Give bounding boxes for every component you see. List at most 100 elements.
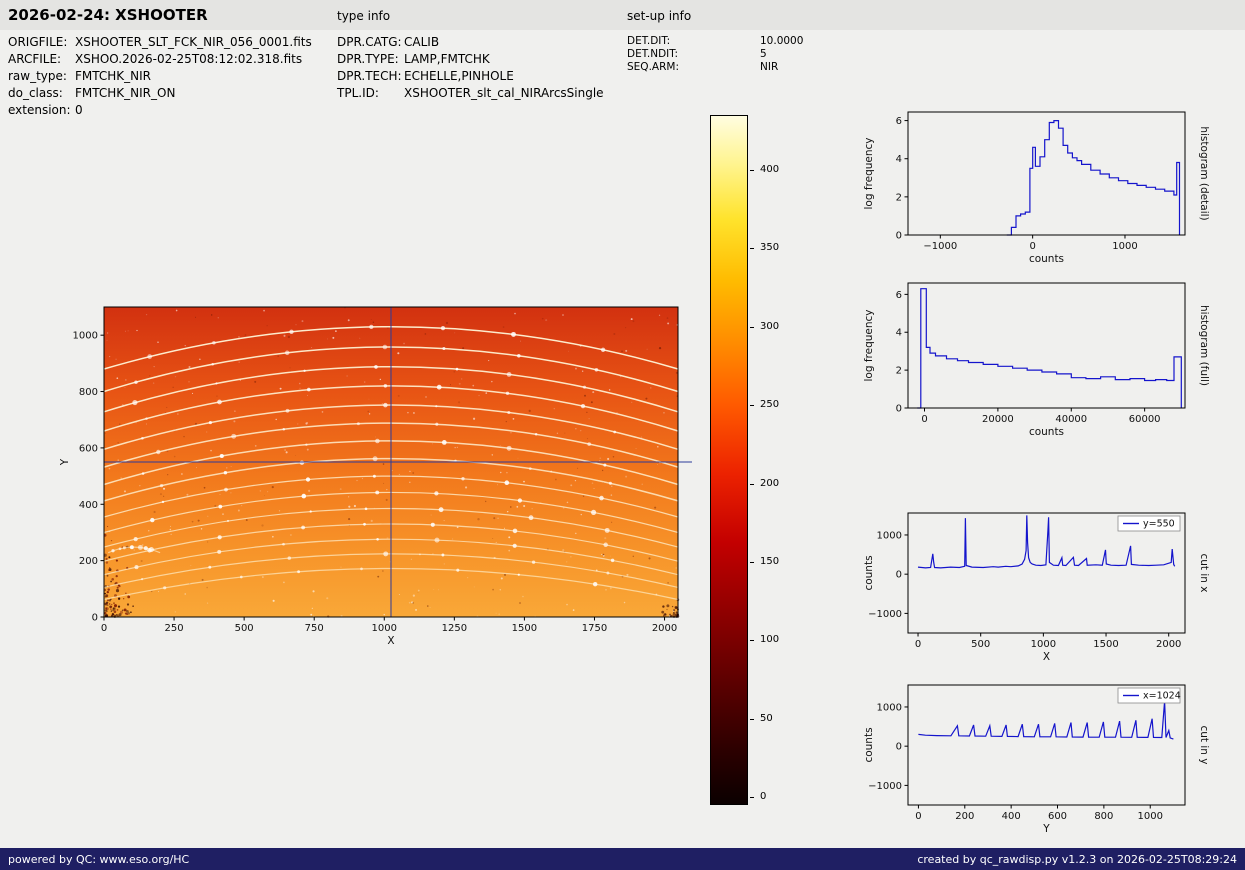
svg-text:6: 6: [896, 116, 902, 127]
colorbar-tick-label: 250: [760, 399, 780, 411]
info-label: ARCFILE:: [8, 52, 62, 66]
svg-text:log frequency: log frequency: [863, 309, 875, 381]
info-label: raw_type:: [8, 69, 67, 83]
type-info-block: DPR.CATG: CALIB DPR.TYPE: LAMP,FMTCHK DP…: [337, 34, 604, 102]
svg-text:600: 600: [1048, 811, 1067, 822]
info-value: 5: [760, 48, 767, 60]
svg-text:800: 800: [1094, 811, 1113, 822]
svg-text:400: 400: [1002, 811, 1021, 822]
svg-text:−1000: −1000: [923, 241, 957, 252]
histogram-full-chart: 0 20000 40000 60000 0 2 4 6 counts log frequency h…: [863, 282, 1210, 438]
svg-text:Y: Y: [59, 458, 71, 466]
svg-text:1000: 1000: [73, 331, 98, 342]
file-info-row: do_class: FMTCHK_NIR_ON: [8, 85, 312, 102]
colorbar-tick-label: 350: [760, 242, 780, 254]
colorbar: [710, 115, 748, 805]
svg-text:cut in y: cut in y: [1198, 725, 1210, 764]
svg-text:2000: 2000: [652, 623, 677, 634]
info-value: XSHOO.2026-02-25T08:12:02.318.fits: [75, 52, 303, 66]
info-label: DET.NDIT:: [627, 48, 679, 60]
colorbar-tick-label: 150: [760, 555, 780, 567]
colorbar-tick: [750, 640, 754, 642]
colorbar-tick: [750, 483, 754, 485]
svg-text:histogram (full): histogram (full): [1198, 305, 1210, 386]
svg-text:y=550: y=550: [1143, 519, 1175, 530]
info-value: LAMP,FMTCHK: [404, 52, 490, 66]
svg-text:500: 500: [235, 623, 254, 634]
svg-text:400: 400: [79, 500, 98, 511]
svg-text:counts: counts: [863, 727, 875, 762]
file-info-row: ORIGFILE: XSHOOTER_SLT_FCK_NIR_056_0001.…: [8, 34, 312, 51]
svg-text:X: X: [387, 635, 394, 647]
colorbar-tick: [750, 169, 754, 171]
info-label: do_class:: [8, 86, 63, 100]
file-info-row: extension: 0: [8, 102, 312, 119]
svg-text:1500: 1500: [512, 623, 537, 634]
svg-text:0: 0: [896, 570, 902, 581]
info-value: CALIB: [404, 35, 440, 49]
info-value: ECHELLE,PINHOLE: [404, 69, 514, 83]
file-info-row: ARCFILE: XSHOO.2026-02-25T08:12:02.318.f…: [8, 51, 312, 68]
info-value: 10.0000: [760, 35, 804, 47]
type-info-row: DPR.TYPE: LAMP,FMTCHK: [337, 51, 604, 68]
svg-text:−1000: −1000: [868, 609, 902, 620]
footer-bar: powered by QC: www.eso.org/HC created by…: [0, 848, 1245, 870]
svg-text:6: 6: [896, 290, 902, 301]
svg-text:0: 0: [915, 811, 921, 822]
svg-text:600: 600: [79, 443, 98, 454]
colorbar-tick-label: 50: [760, 712, 773, 724]
svg-text:0: 0: [921, 414, 927, 425]
colorbar-tick-label: 0: [760, 791, 767, 803]
colorbar-tick: [750, 561, 754, 563]
colorbar-tick: [750, 797, 754, 799]
svg-text:0: 0: [1029, 241, 1035, 252]
svg-text:4: 4: [896, 328, 902, 339]
cut-in-y-chart: 0 200 400 600 800 1000 −1000 0 1000 Ycounts cut in…: [863, 684, 1210, 835]
svg-text:X: X: [1043, 651, 1050, 663]
svg-text:1500: 1500: [1093, 639, 1118, 650]
info-value: NIR: [760, 61, 779, 73]
histogram-detail-chart: −1000 0 1000 0 2 4 6 counts log frequency histogr…: [863, 111, 1210, 265]
qc-report-page: 2026-02-24: XSHOOTER type info set-up in…: [0, 0, 1245, 870]
header-bar: 2026-02-24: XSHOOTER type info set-up in…: [0, 0, 1245, 30]
type-info-row: TPL.ID: XSHOOTER_slt_cal_NIRArcsSingle: [337, 85, 604, 102]
colorbar-tick: [750, 405, 754, 407]
colorbar-ticks: 0 50 100 150 200 250 300 350 400: [750, 115, 810, 805]
svg-text:0: 0: [92, 613, 98, 624]
svg-text:0: 0: [896, 231, 902, 242]
svg-text:1000: 1000: [1112, 241, 1137, 252]
colorbar-tick-label: 200: [760, 477, 780, 489]
svg-text:1750: 1750: [582, 623, 607, 634]
svg-text:1000: 1000: [372, 623, 397, 634]
svg-text:250: 250: [165, 623, 184, 634]
svg-text:1000: 1000: [877, 702, 902, 713]
svg-text:0: 0: [896, 742, 902, 753]
setup-info-block: DET.DIT: 10.0000 DET.NDIT: 5 SEQ.ARM: NI…: [627, 35, 803, 74]
info-label: DPR.CATG:: [337, 35, 402, 49]
svg-text:x=1024: x=1024: [1143, 691, 1181, 702]
svg-text:800: 800: [79, 387, 98, 398]
svg-text:0: 0: [896, 404, 902, 415]
svg-text:log frequency: log frequency: [863, 137, 875, 209]
svg-text:1000: 1000: [1138, 811, 1163, 822]
type-info-row: DPR.TECH: ECHELLE,PINHOLE: [337, 68, 604, 85]
svg-text:1000: 1000: [877, 530, 902, 541]
svg-text:2000: 2000: [1156, 639, 1181, 650]
colorbar-tick-label: 400: [760, 163, 780, 175]
svg-text:500: 500: [971, 639, 990, 650]
svg-text:0: 0: [915, 639, 921, 650]
svg-text:1000: 1000: [1031, 639, 1056, 650]
colorbar-tick: [750, 718, 754, 720]
setup-info-row: DET.NDIT: 5: [627, 48, 803, 61]
info-value: FMTCHK_NIR_ON: [75, 86, 176, 100]
info-label: ORIGFILE:: [8, 35, 68, 49]
svg-text:counts: counts: [863, 555, 875, 590]
detector-image-chart: 0 250 500 750 1000 1250 1500 1750 2000 0 200 400 600…: [59, 306, 692, 647]
info-label: TPL.ID:: [337, 86, 379, 100]
info-label: SEQ.ARM:: [627, 61, 679, 73]
colorbar-tick: [750, 326, 754, 328]
svg-text:−1000: −1000: [868, 781, 902, 792]
svg-text:2: 2: [896, 366, 902, 377]
svg-text:2: 2: [896, 192, 902, 203]
setup-info-row: SEQ.ARM: NIR: [627, 61, 803, 74]
